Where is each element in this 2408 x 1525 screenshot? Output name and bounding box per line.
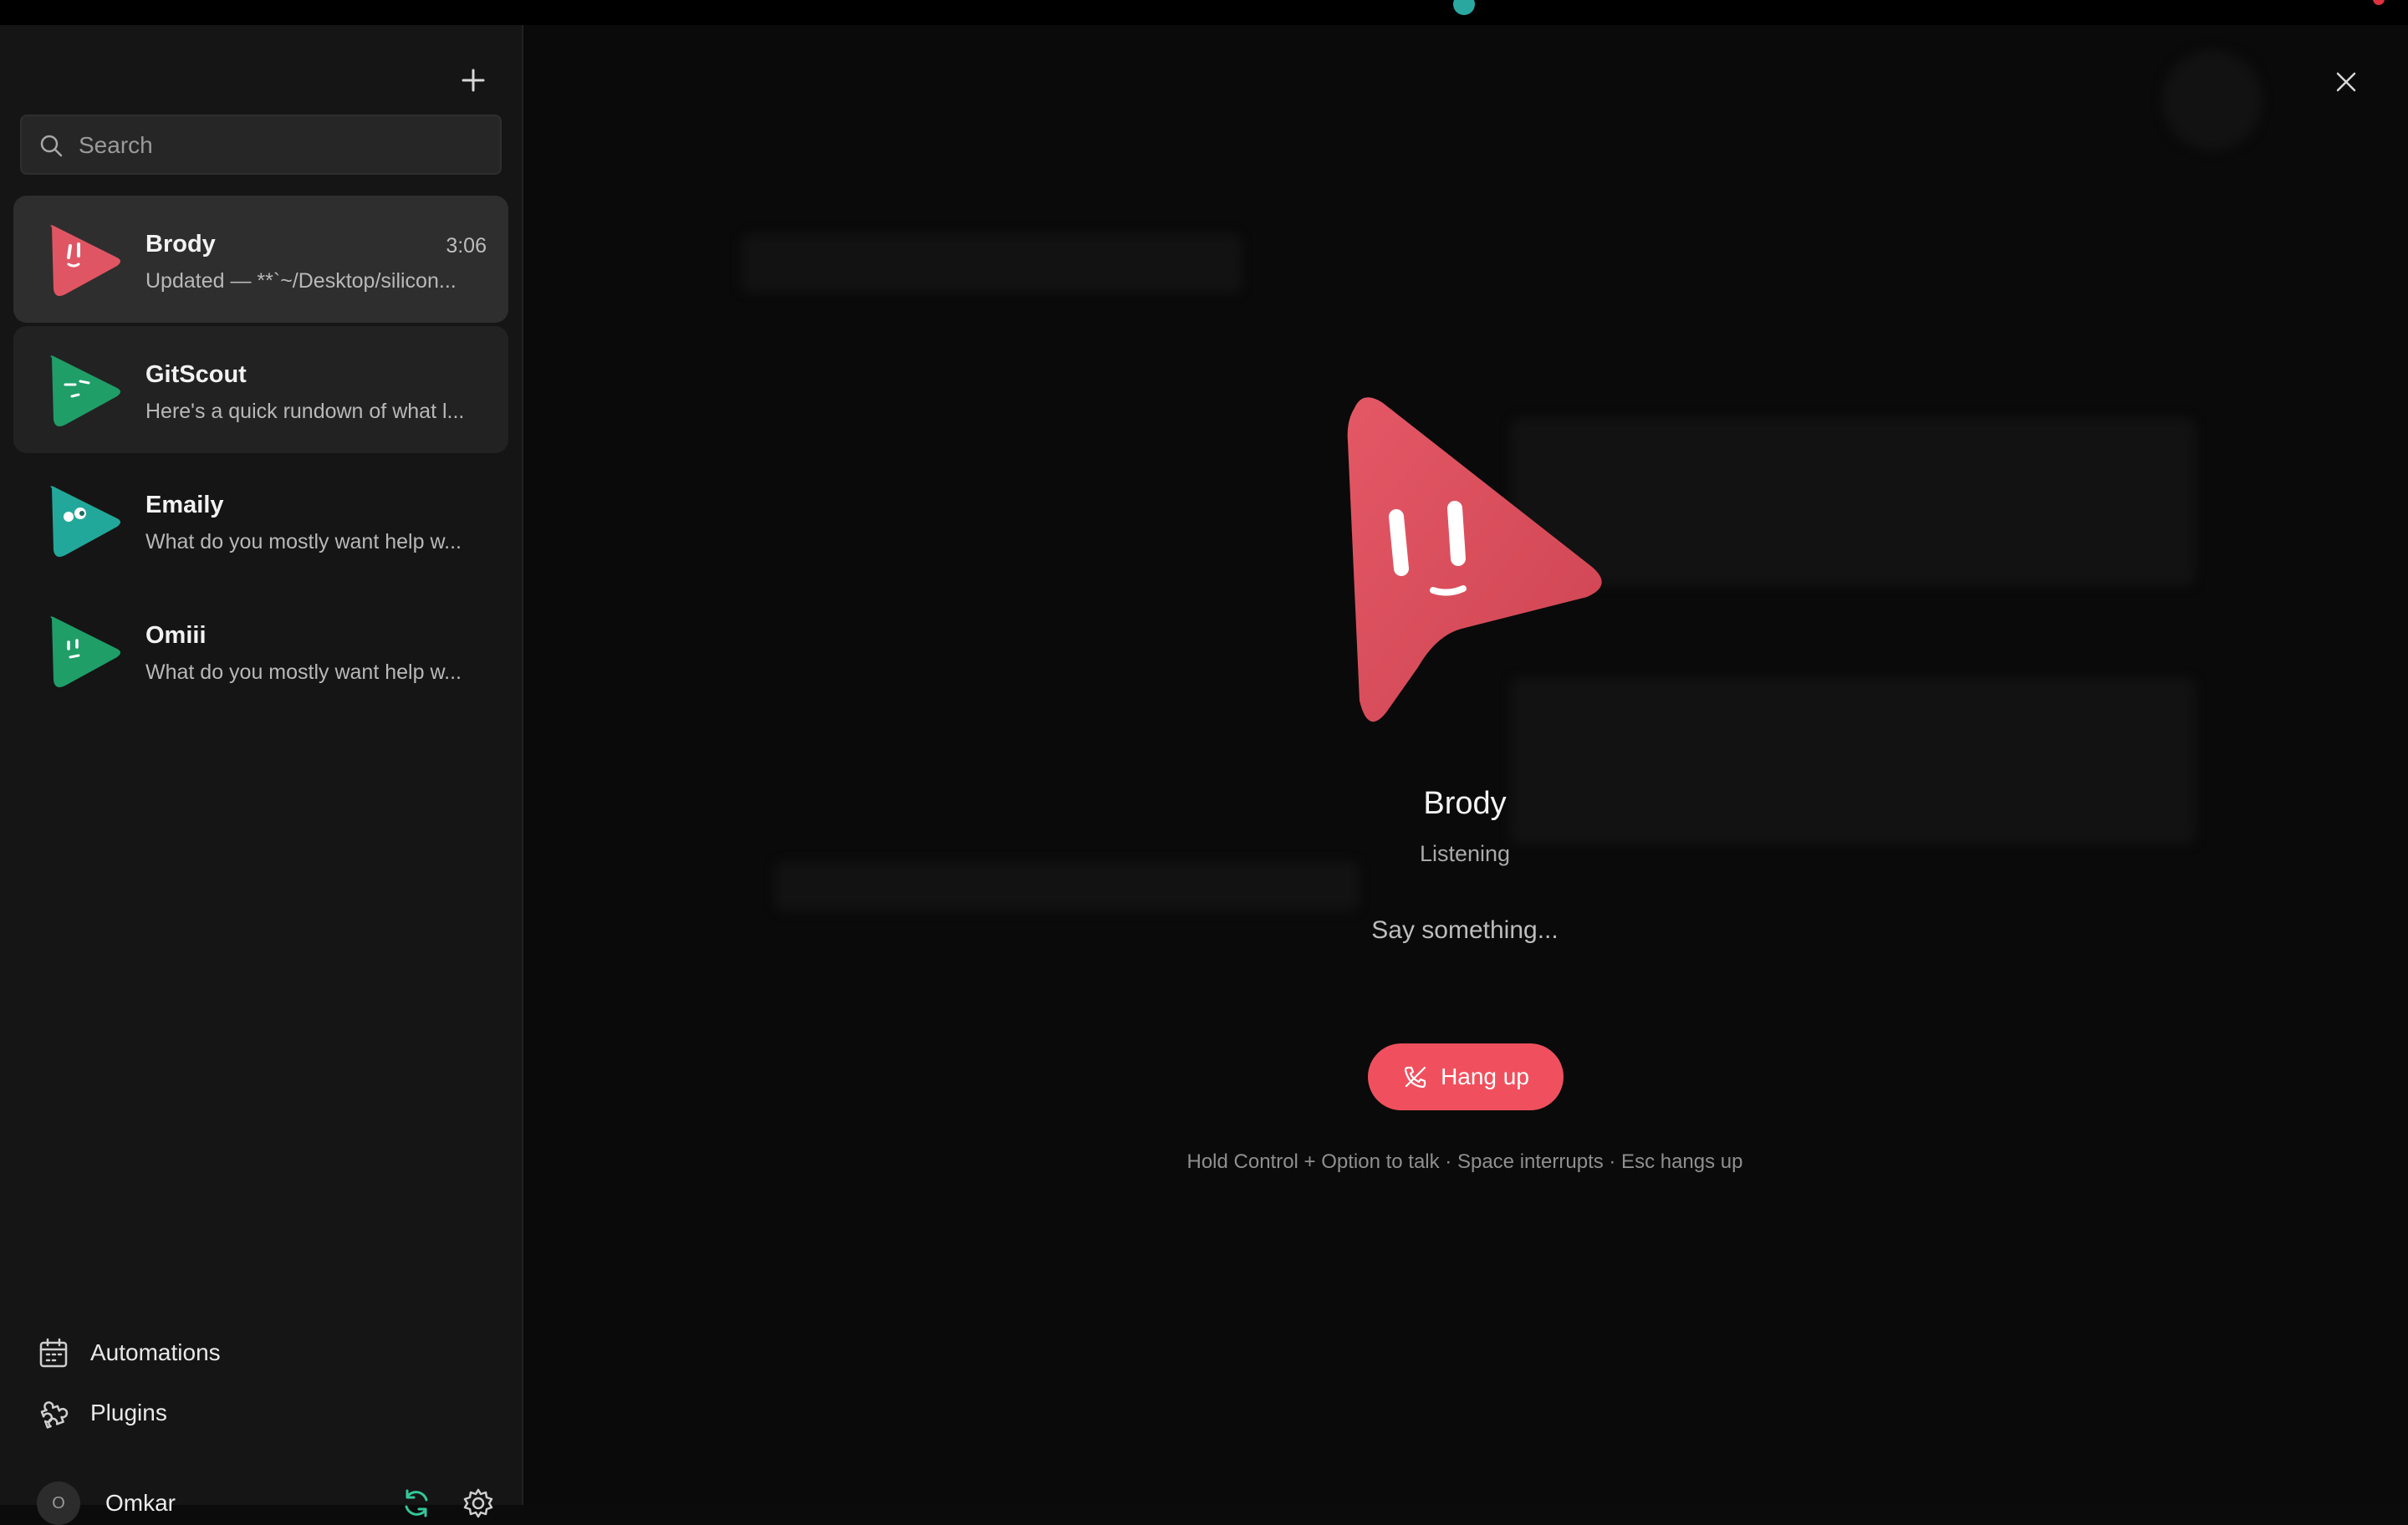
chat-name: GitScout	[145, 361, 247, 388]
emaily-avatar-icon	[50, 486, 120, 557]
gear-icon[interactable]	[462, 1487, 495, 1520]
menubar-teal-indicator-icon	[1453, 0, 1475, 15]
call-shortcut-hint: Hold Control + Option to talk · Space in…	[1186, 1150, 1743, 1173]
close-icon	[2336, 72, 2356, 92]
nav-automations-label: Automations	[90, 1339, 221, 1365]
chat-item-omiii[interactable]: Omiii What do you mostly want help w...	[13, 587, 508, 714]
chat-name: Brody	[145, 231, 216, 258]
brody-large-avatar-icon	[1347, 397, 1602, 722]
close-button[interactable]	[2328, 64, 2365, 100]
menubar-red-indicator-icon	[2373, 0, 2385, 5]
search-bar	[20, 115, 502, 175]
background-blur-block	[741, 234, 1242, 293]
chat-preview: Updated — **`~/Desktop/silicon...	[145, 269, 457, 293]
call-prompt: Say something...	[1371, 916, 1559, 944]
puzzle-icon	[40, 1401, 69, 1429]
search-input[interactable]	[77, 116, 490, 175]
chat-time: 3:06	[446, 234, 487, 258]
background-blur-block	[2162, 50, 2263, 150]
chat-item-emaily[interactable]: Emaily What do you mostly want help w...	[13, 456, 508, 584]
main-panel	[523, 25, 2408, 1505]
chat-name: Emaily	[145, 492, 224, 518]
avatar[interactable]: O	[37, 1482, 80, 1525]
chat-preview: What do you mostly want help w...	[145, 530, 462, 553]
chat-name: Omiii	[145, 622, 207, 649]
user-name: Omkar	[105, 1490, 176, 1516]
hang-up-label: Hang up	[1441, 1063, 1529, 1089]
sync-icon[interactable]	[400, 1487, 433, 1520]
gitscout-avatar-icon	[50, 355, 120, 426]
user-row: O Omkar	[37, 1478, 505, 1525]
brody-avatar-icon	[50, 225, 120, 296]
phone-hangup-icon	[1404, 1066, 1426, 1089]
background-blur-block	[774, 861, 1360, 911]
chat-preview: What do you mostly want help w...	[145, 660, 462, 684]
nav-automations[interactable]: Automations	[37, 1329, 221, 1376]
hang-up-button[interactable]: Hang up	[1368, 1043, 1564, 1110]
plus-icon	[462, 69, 485, 92]
nav-plugins[interactable]: Plugins	[37, 1390, 167, 1436]
omiii-avatar-icon	[50, 616, 120, 687]
chat-item-brody[interactable]: Brody 3:06 Updated — **`~/Desktop/silico…	[13, 196, 508, 323]
call-contact-name: Brody	[1423, 786, 1507, 821]
system-top-bar	[0, 0, 2408, 25]
new-chat-button[interactable]	[450, 57, 497, 104]
nav-plugins-label: Plugins	[90, 1400, 167, 1426]
search-icon	[40, 135, 63, 157]
call-status: Listening	[1419, 841, 1511, 866]
chat-item-gitscout[interactable]: GitScout Here's a quick rundown of what …	[13, 326, 508, 453]
chat-preview: Here's a quick rundown of what l...	[145, 400, 465, 423]
sidebar: Brody 3:06 Updated — **`~/Desktop/silico…	[0, 25, 523, 1525]
calendar-icon	[39, 1338, 68, 1368]
